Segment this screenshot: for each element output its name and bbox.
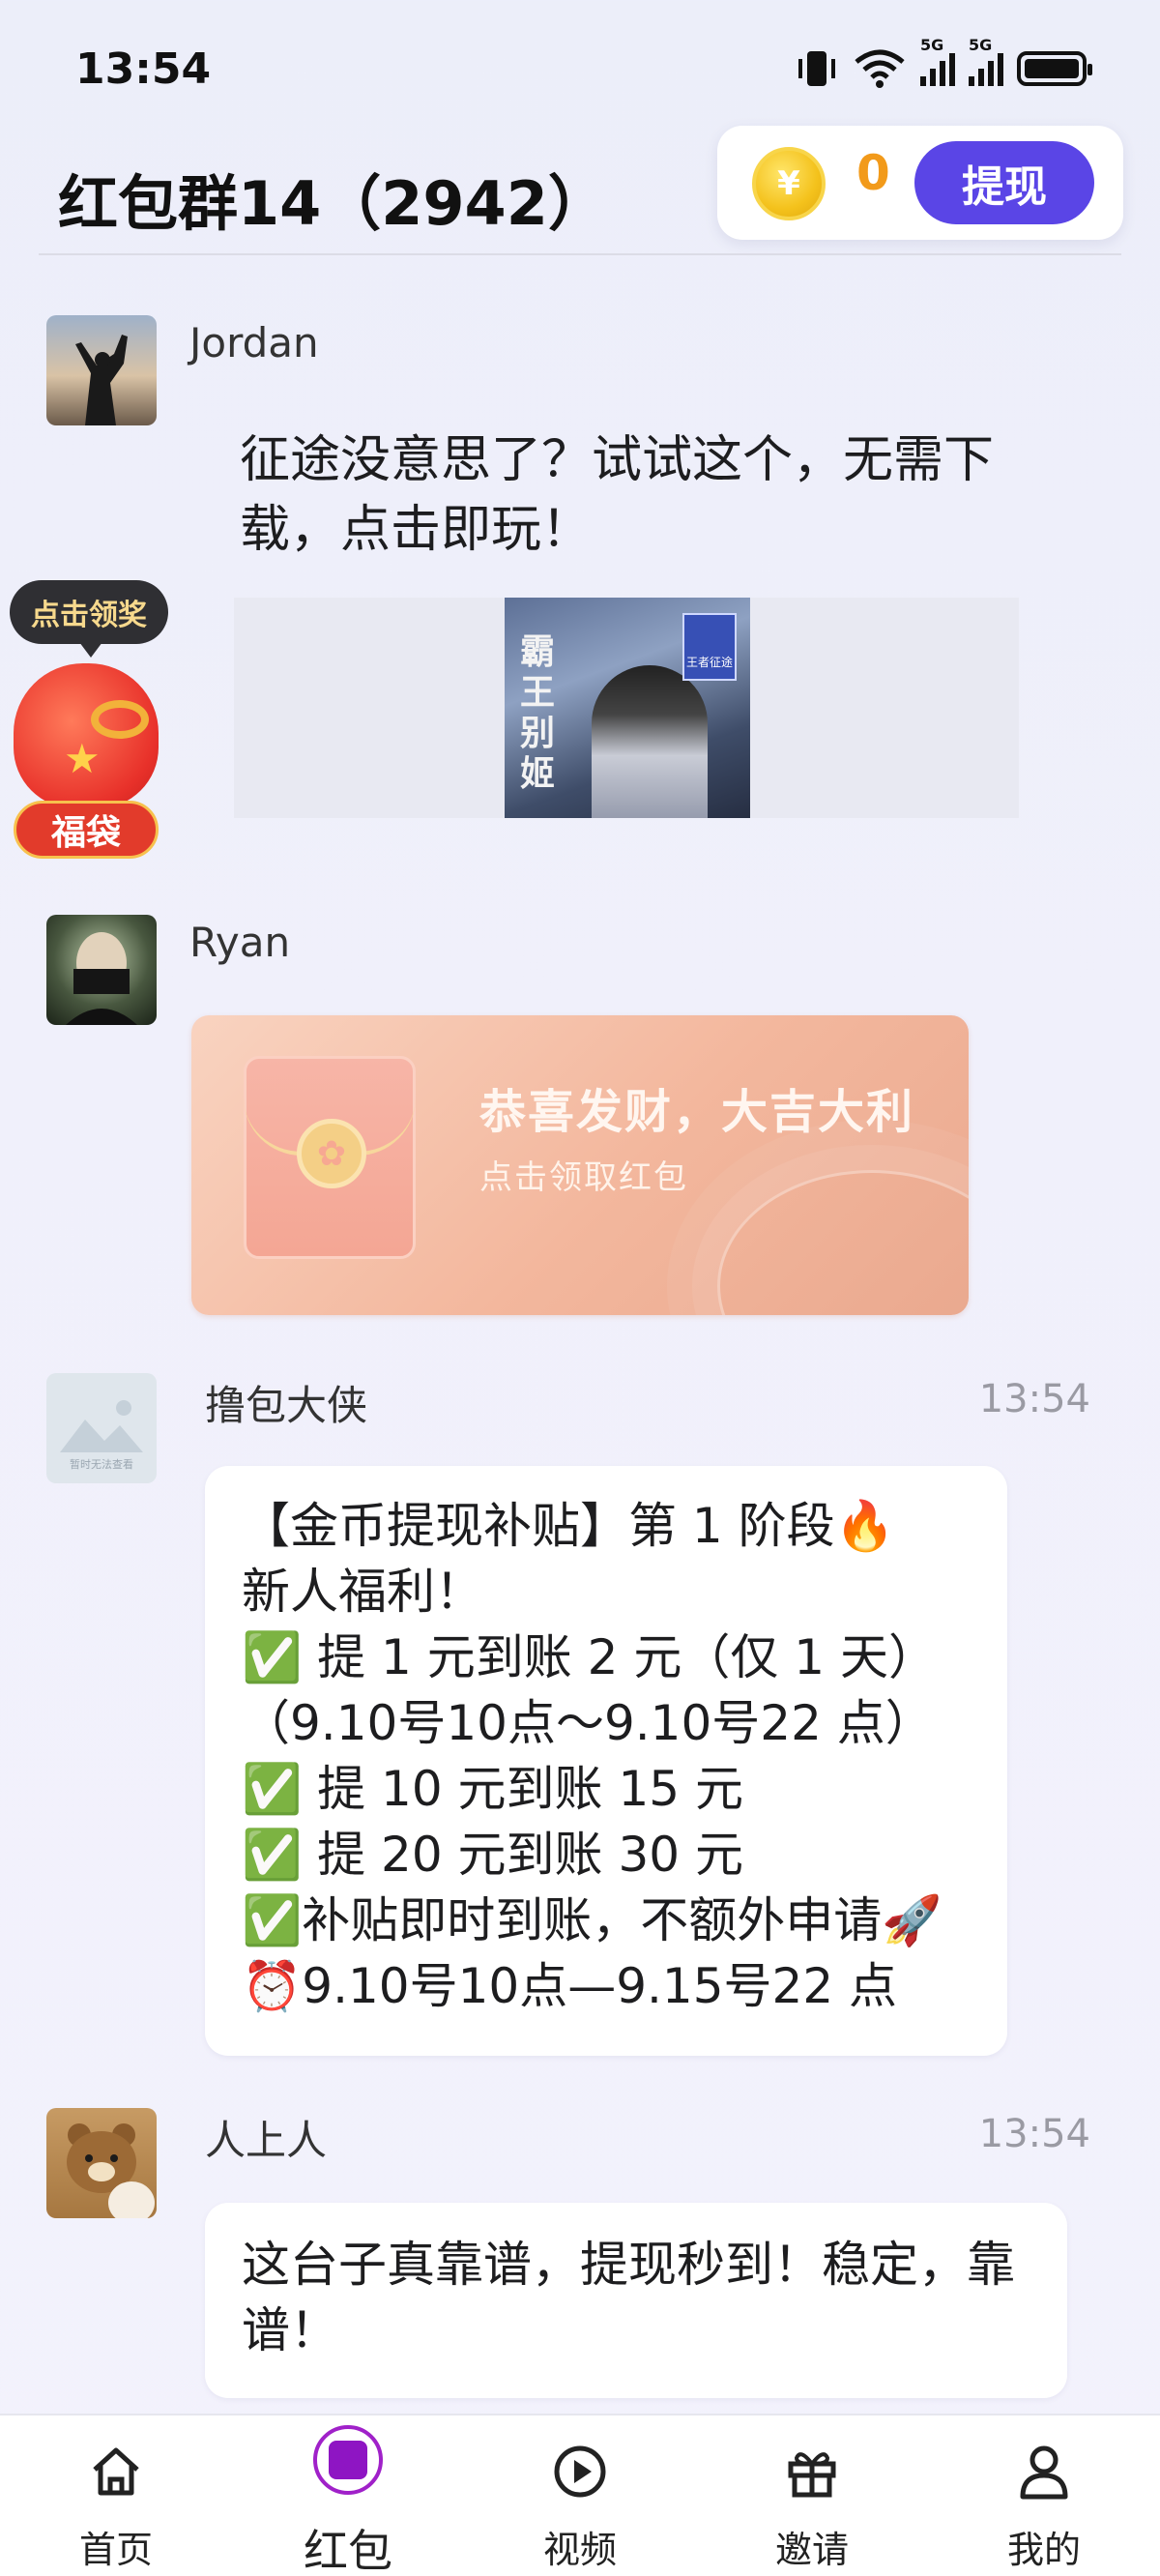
avatar[interactable] [46,315,157,425]
bear-icon [67,2123,155,2218]
sender-name: 撸包大侠 [205,1382,368,1429]
nav-item-red-packet[interactable]: 红包 [232,2415,464,2576]
message-text: 征途没意思了？试试这个，无需下载，点击即玩！ [240,431,995,559]
message-line: ⏰9.10号10点—9.15号22 点 [242,1958,898,2014]
play-icon [554,2445,606,2498]
user-icon [1020,2445,1068,2500]
game-character-figure [592,665,708,818]
message-bubble[interactable]: 【金币提现补贴】第 1 阶段🔥 新人福利！ ✅ 提 1 元到账 2 元（仅 1 … [205,1466,1007,2056]
nav-label: 邀请 [774,2529,849,2571]
nav-label: 红包 [304,2525,392,2576]
red-packet-title: 恭喜发财，大吉大利 [479,1085,915,1139]
header-divider [39,253,1121,255]
message-line: 【金币提现补贴】第 1 阶段🔥 [242,1498,895,1554]
sender-name: Jordan [189,319,319,366]
bottom-nav: 首页 红包 视频 邀请 我的 [0,2414,1160,2576]
bag-knot [91,700,149,739]
nav-label: 视频 [542,2529,617,2571]
red-packet-card[interactable]: ✿ 恭喜发财，大吉大利 点击领取红包 [191,1015,969,1315]
avatar[interactable] [46,2108,157,2218]
sender-name: Ryan [189,919,291,966]
page-title: 红包群14（2942） [58,168,608,239]
withdraw-button[interactable]: 提现 [914,141,1094,224]
battery-icon [1017,51,1092,86]
signal-label: 5G [920,36,944,54]
wallet-box: ¥ 0 提现 [717,126,1123,240]
signal-icon: 5G [920,36,955,86]
message-line: （9.10号10点～9.10号22 点） [242,1695,934,1751]
wave-decoration [717,1170,969,1315]
game-badge: 王者征途 [682,613,737,681]
sender-name: 人上人 [205,2117,328,2164]
message-image-container[interactable]: 霸王别姬 王者征途 [234,598,1019,818]
red-packet-subtitle: 点击领取红包 [479,1158,688,1197]
status-bar: 13:54 5G 5G [0,0,1160,135]
person-silhouette-icon [75,335,128,425]
message-time: 13:54 [978,2112,1090,2156]
flower-seal-icon: ✿ [297,1119,366,1188]
lucky-bag-widget[interactable]: 点击领奖 ★ 福袋 [6,580,170,870]
red-packet-icon [313,2425,383,2495]
lucky-bag-tip[interactable]: 点击领奖 [10,580,168,658]
wifi-icon [855,49,905,88]
nav-item-home[interactable]: 首页 [0,2415,232,2576]
message-text: 这台子真靠谱，提现秒到！稳定，靠谱！ [242,2237,1015,2358]
star-icon: ★ [64,735,101,782]
coin-icon: ¥ [752,147,826,220]
message-line: ✅补贴即时到账，不额外申请🚀 [242,1892,942,1948]
vibrate-icon [798,51,835,86]
game-ad-image[interactable]: 霸王别姬 王者征途 [505,598,750,818]
signal-icon: 5G [969,36,1003,86]
nav-item-invite[interactable]: 邀请 [696,2415,928,2576]
message-line: ✅ 提 10 元到账 15 元 [242,1761,743,1817]
message-bubble[interactable]: 这台子真靠谱，提现秒到！稳定，靠谱！ [205,2203,1067,2398]
message-line: 新人福利！ [242,1564,483,1620]
gift-icon [788,2452,836,2498]
nav-label: 我的 [1006,2529,1081,2571]
nav-label: 首页 [78,2529,153,2571]
message-time: 13:54 [978,1377,1090,1421]
game-image-title: 霸王别姬 [520,632,556,794]
nav-item-video[interactable]: 视频 [464,2415,696,2576]
message-line: ✅ 提 20 元到账 30 元 [242,1827,743,1883]
avatar-placeholder-text: 暂时无法查看 [70,1458,133,1471]
nav-item-mine[interactable]: 我的 [928,2415,1160,2576]
avatar[interactable] [46,915,157,1025]
person-face-icon [66,932,137,1025]
envelope-icon: ✿ [244,1056,416,1259]
lucky-bag-label[interactable]: 福袋 [14,801,159,859]
coin-count: 0 [856,145,890,201]
home-icon [93,2447,139,2496]
signal-label: 5G [969,36,993,54]
avatar[interactable]: 暂时无法查看 [46,1373,157,1483]
status-time: 13:54 [75,44,212,94]
message-line: ✅ 提 1 元到账 2 元（仅 1 天） [242,1629,937,1685]
status-icons: 5G 5G [795,36,1092,89]
